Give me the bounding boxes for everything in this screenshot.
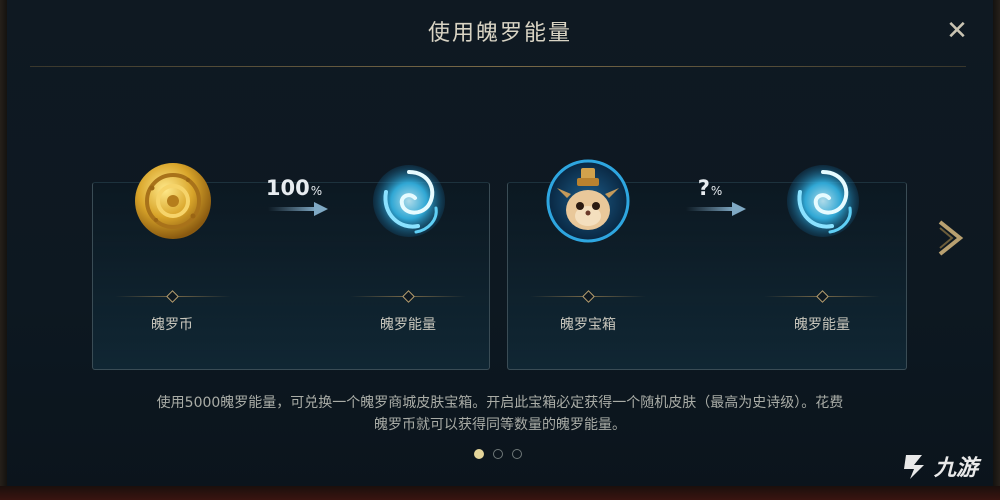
arrow-right-icon (686, 202, 746, 216)
poro-coin-icon (135, 163, 211, 239)
description-text: 使用5000魄罗能量，可兑换一个魄罗商城皮肤宝箱。开启此宝箱必定获得一个随机皮肤… (70, 392, 930, 436)
frame-rim-right (993, 0, 1000, 500)
page-dot-2[interactable] (493, 449, 503, 459)
rate-unit: % (310, 184, 323, 198)
page-dot-1[interactable] (474, 449, 484, 459)
watermark-text: 九游 (933, 456, 978, 481)
rate-unit: % (710, 184, 723, 198)
item-label-poro-chest: 魄罗宝箱 (560, 317, 616, 333)
poro-chest-icon (546, 159, 630, 243)
item-label-poro-coin: 魄罗币 (151, 317, 193, 333)
dialog-title: 使用魄罗能量 (427, 21, 572, 46)
frame-rim-left (0, 0, 7, 500)
rate-value: 100 (265, 176, 310, 200)
watermark-logo-icon (903, 455, 924, 479)
pagination (472, 449, 528, 461)
watermark: 九游 (900, 450, 978, 482)
exchange-rate-coin: 100% (254, 176, 334, 200)
description-line-1: 使用5000魄罗能量，可兑换一个魄罗商城皮肤宝箱。开启此宝箱必定获得一个随机皮肤… (156, 395, 844, 411)
poro-energy-icon (787, 165, 859, 237)
poro-energy-icon (373, 165, 445, 237)
exchange-rate-chest: ?% (670, 176, 750, 200)
page-dot-3[interactable] (512, 449, 522, 459)
arrow-right-icon (268, 202, 328, 216)
close-icon[interactable]: ✕ (944, 18, 970, 44)
rate-value: ? (697, 176, 710, 200)
chevron-right-icon[interactable] (934, 218, 968, 258)
title-divider (30, 66, 966, 67)
item-label-poro-energy: 魄罗能量 (380, 317, 436, 333)
item-label-poro-energy: 魄罗能量 (794, 317, 850, 333)
frame-rim-bottom (0, 486, 1000, 500)
description-line-2: 魄罗币就可以获得同等数量的魄罗能量。 (374, 417, 626, 433)
